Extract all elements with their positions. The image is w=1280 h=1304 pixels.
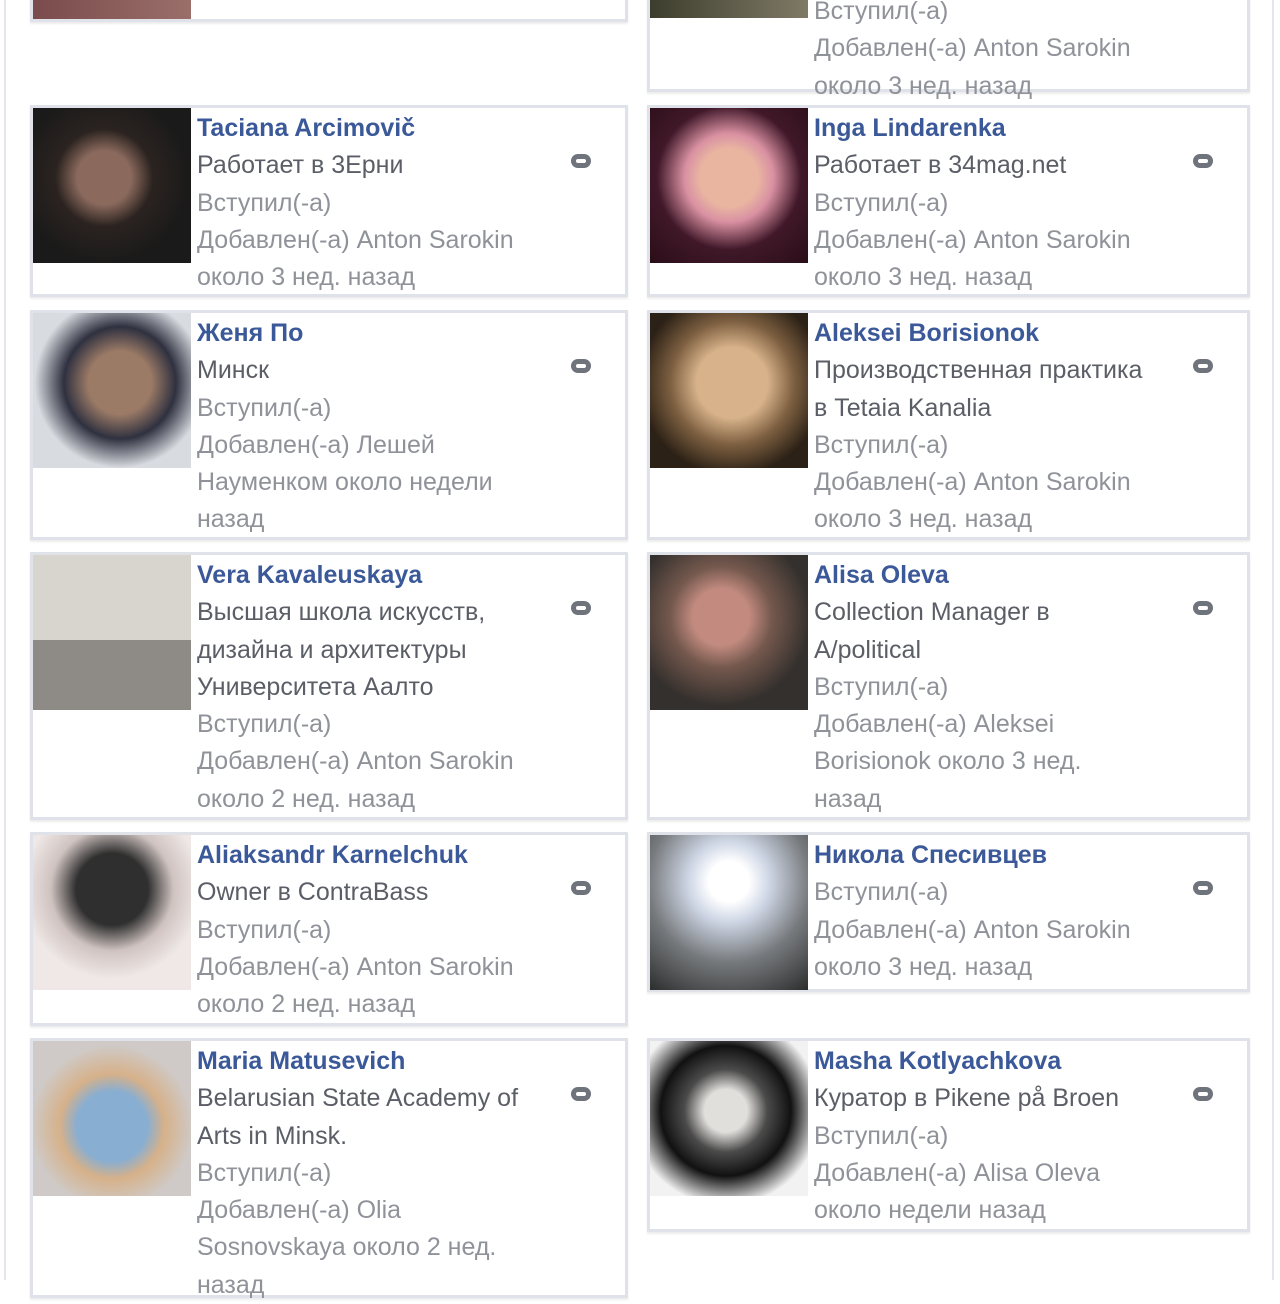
- member-added-time: около недели назад: [814, 1196, 1046, 1225]
- member-card: Никола Спесивцев Вступил(-а) Добавлен(-а…: [647, 832, 1250, 992]
- member-joined: Вступил(-а): [814, 188, 949, 217]
- frame-border-right: [1272, 0, 1274, 1280]
- gear-icon[interactable]: [1193, 881, 1213, 895]
- member-subtitle: A/political: [814, 635, 921, 664]
- gear-icon[interactable]: [1193, 1087, 1213, 1101]
- member-name[interactable]: Никола Спесивцев: [814, 837, 1187, 874]
- gear-icon[interactable]: [571, 154, 591, 168]
- member-name[interactable]: Inga Lindarenka: [814, 110, 1187, 147]
- member-name[interactable]: Aliaksandr Karnelchuk: [197, 837, 565, 874]
- member-added-time: Науменком около недели: [197, 468, 493, 497]
- member-card: Aliaksandr Karnelchuk Owner в ContraBass…: [30, 832, 628, 1026]
- member-name[interactable]: Maria Matusevich: [197, 1043, 565, 1080]
- member-joined: Вступил(-а): [814, 430, 949, 459]
- member-card-partial-right: Вступил(-а) Добавлен(-а) Anton Sarokin о…: [647, 0, 1250, 100]
- member-joined: Вступил(-а): [197, 710, 332, 739]
- member-added-by: Добавлен(-а) Anton Sarokin: [814, 468, 1131, 497]
- member-subtitle: Belarusian State Academy of: [197, 1084, 519, 1113]
- member-added-by: Добавлен(-а) Лешей: [197, 430, 435, 459]
- member-name[interactable]: Женя По: [197, 315, 565, 352]
- member-added-time: около 2 нед. назад: [197, 784, 416, 813]
- member-joined: Вступил(-а): [814, 1121, 949, 1150]
- gear-icon[interactable]: [1193, 601, 1213, 615]
- avatar[interactable]: [650, 555, 808, 710]
- member-subtitle: в Tetaia Kanalia: [814, 393, 992, 422]
- avatar[interactable]: [33, 313, 191, 468]
- frame-border-left: [4, 0, 6, 1280]
- member-added-by: Добавлен(-а) Anton Sarokin: [197, 952, 514, 981]
- member-joined: Вступил(-а): [814, 672, 949, 701]
- member-card: Maria Matusevich Belarusian State Academ…: [30, 1038, 628, 1299]
- gear-icon[interactable]: [571, 881, 591, 895]
- member-joined: Вступил(-а): [814, 0, 949, 25]
- member-card: Taciana Arcimovič Работает в 3Ерни Вступ…: [30, 105, 628, 297]
- avatar[interactable]: [33, 108, 191, 263]
- avatar[interactable]: [33, 0, 191, 19]
- member-name[interactable]: Alisa Oleva: [814, 557, 1187, 594]
- member-subtitle: Высшая школа искусств,: [197, 598, 486, 627]
- gear-icon[interactable]: [1193, 154, 1213, 168]
- avatar[interactable]: [33, 835, 191, 990]
- member-card-partial-left: [30, 0, 628, 22]
- member-joined: Вступил(-а): [197, 1158, 332, 1187]
- member-added-time: около 3 нед. назад: [814, 263, 1033, 292]
- avatar[interactable]: [33, 1041, 191, 1196]
- avatar[interactable]: [650, 1041, 808, 1196]
- member-added-time: назад: [197, 1270, 265, 1299]
- member-added-time: назад: [814, 784, 882, 813]
- gear-icon[interactable]: [571, 359, 591, 373]
- member-subtitle: Производственная практика: [814, 356, 1143, 385]
- member-joined: Вступил(-а): [197, 188, 332, 217]
- member-added-time: назад: [197, 505, 265, 534]
- member-added-by: Sosnovskaya около 2 нед.: [197, 1233, 497, 1262]
- member-added-by: Добавлен(-а) Olia: [197, 1196, 402, 1225]
- member-added-by: Добавлен(-а) Anton Sarokin: [814, 34, 1131, 63]
- gear-icon[interactable]: [571, 1087, 591, 1101]
- member-name[interactable]: Masha Kotlyachkova: [814, 1043, 1187, 1080]
- member-card: Alisa Oleva Collection Manager в A/polit…: [647, 552, 1250, 820]
- member-added-by: Добавлен(-а) Anton Sarokin: [197, 747, 514, 776]
- member-name[interactable]: Aleksei Borisionok: [814, 315, 1187, 352]
- gear-icon[interactable]: [571, 601, 591, 615]
- member-joined: Вступил(-а): [197, 915, 332, 944]
- member-subtitle: Arts in Minsk.: [197, 1121, 348, 1150]
- member-added-by: Добавлен(-а) Anton Sarokin: [814, 915, 1131, 944]
- avatar[interactable]: [650, 0, 808, 18]
- member-added-time: около 3 нед. назад: [814, 952, 1033, 981]
- member-card: Vera Kavaleuskaya Высшая школа искусств,…: [30, 552, 628, 820]
- member-added-by: Добавлен(-а) Aleksei: [814, 710, 1055, 739]
- member-subtitle: дизайна и архитектуры: [197, 635, 467, 664]
- member-card: Inga Lindarenka Работает в 34mag.net Вст…: [647, 105, 1250, 297]
- member-name[interactable]: Taciana Arcimovič: [197, 110, 565, 147]
- member-subtitle: Куратор в Pikene på Broen: [814, 1084, 1120, 1113]
- member-added-time: около 2 нед. назад: [197, 990, 416, 1019]
- member-joined: Вступил(-а): [814, 878, 949, 907]
- member-card: Masha Kotlyachkova Куратор в Pikene på B…: [647, 1038, 1250, 1232]
- member-card: Aleksei Borisionok Производственная прак…: [647, 310, 1250, 540]
- gear-icon[interactable]: [1193, 359, 1213, 373]
- avatar[interactable]: [650, 313, 808, 468]
- member-added-by: Добавлен(-а) Anton Sarokin: [814, 225, 1131, 254]
- avatar[interactable]: [650, 108, 808, 263]
- member-card: Женя По Минск Вступил(-а) Добавлен(-а) Л…: [30, 310, 628, 540]
- member-added-by: Добавлен(-а) Anton Sarokin: [197, 225, 514, 254]
- member-subtitle: Работает в 34mag.net: [814, 151, 1067, 180]
- member-subtitle: Owner в ContraBass: [197, 878, 429, 907]
- member-added-by: Добавлен(-а) Alisa Oleva: [814, 1158, 1101, 1187]
- avatar[interactable]: [650, 835, 808, 990]
- member-subtitle: Минск: [197, 356, 270, 385]
- member-joined: Вступил(-а): [197, 393, 332, 422]
- member-added-time: около 3 нед. назад: [197, 263, 416, 292]
- member-added-by: Borisionok около 3 нед.: [814, 747, 1082, 776]
- avatar[interactable]: [33, 555, 191, 710]
- member-name[interactable]: Vera Kavaleuskaya: [197, 557, 565, 594]
- member-subtitle: Университета Аалто: [197, 672, 434, 701]
- member-added-time: около 3 нед. назад: [814, 71, 1033, 100]
- member-added-time: около 3 нед. назад: [814, 505, 1033, 534]
- member-subtitle: Collection Manager в: [814, 598, 1050, 627]
- member-subtitle: Работает в 3Ерни: [197, 151, 404, 180]
